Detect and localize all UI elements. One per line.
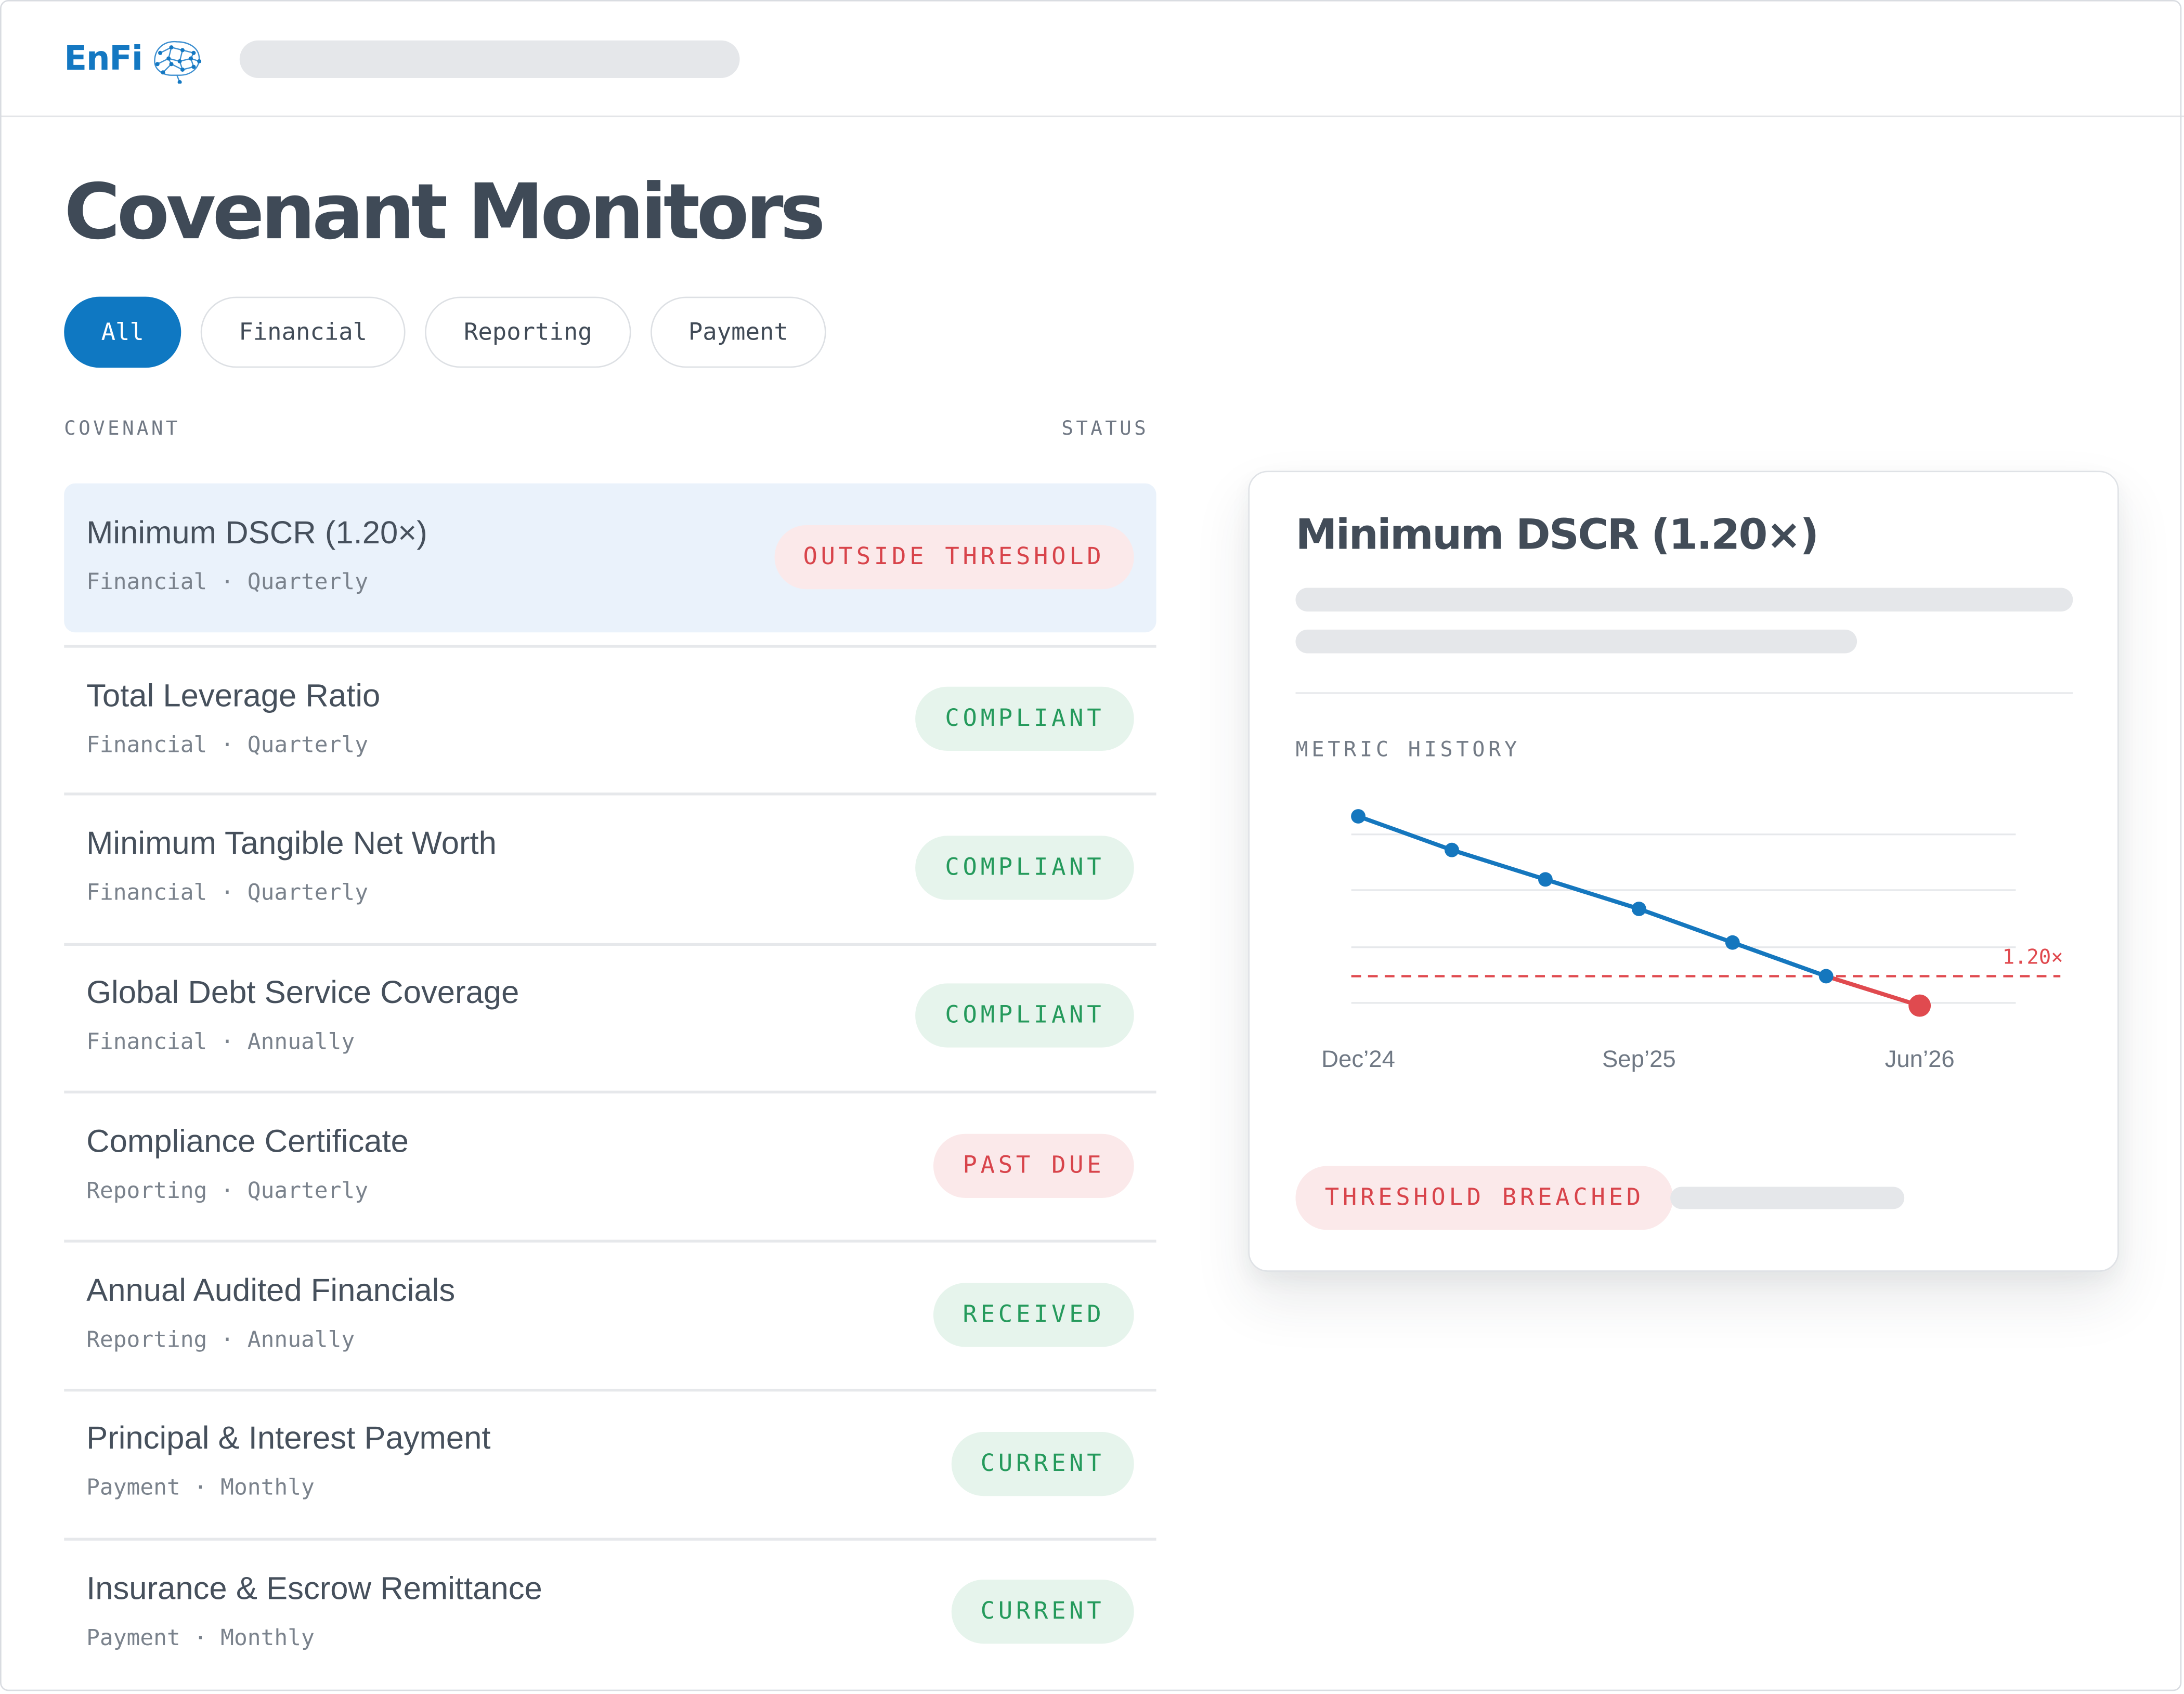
data-point bbox=[1818, 969, 1834, 984]
tab-reporting[interactable]: Reporting bbox=[425, 296, 631, 368]
covenant-title: Total Leverage Ratio bbox=[86, 676, 381, 713]
column-header-status: STATUS bbox=[1061, 418, 1149, 440]
covenant-row-insurance-escrow[interactable]: Insurance & Escrow Remittance Payment · … bbox=[64, 1541, 1156, 1688]
covenant-title: Principal & Interest Payment bbox=[86, 1419, 491, 1456]
tab-financial[interactable]: Financial bbox=[200, 296, 406, 368]
status-badge: COMPLIANT bbox=[916, 983, 1134, 1048]
data-point bbox=[1538, 872, 1553, 887]
x-tick-label: Dec’24 bbox=[1321, 1046, 1395, 1072]
data-point bbox=[1725, 935, 1740, 950]
covenant-title: Minimum DSCR (1.20×) bbox=[86, 514, 427, 551]
covenant-row-global-debt-service[interactable]: Global Debt Service Coverage Financial ·… bbox=[64, 944, 1156, 1092]
covenant-meta: Reporting · Annually bbox=[86, 1326, 355, 1353]
covenant-row-compliance-certificate[interactable]: Compliance Certificate Reporting · Quart… bbox=[64, 1093, 1156, 1241]
badge-placeholder-line bbox=[1670, 1187, 1905, 1209]
data-point bbox=[1908, 994, 1931, 1017]
threshold-breached-badge: THRESHOLD BREACHED bbox=[1295, 1166, 1674, 1230]
covenant-meta: Financial · Annually bbox=[86, 1028, 355, 1055]
covenant-title: Insurance & Escrow Remittance bbox=[86, 1570, 542, 1606]
series-line-segment bbox=[1824, 974, 1922, 1008]
covenant-row-minimum-dscr[interactable]: Minimum DSCR (1.20×) Financial · Quarter… bbox=[64, 483, 1156, 633]
status-badge: COMPLIANT bbox=[916, 836, 1134, 900]
threshold-label: 1.20× bbox=[2003, 945, 2063, 969]
status-badge: PAST DUE bbox=[933, 1133, 1134, 1198]
status-badge: RECEIVED bbox=[933, 1283, 1134, 1347]
logo[interactable]: EnFi bbox=[64, 33, 207, 84]
covenant-row-total-leverage[interactable]: Total Leverage Ratio Financial · Quarter… bbox=[64, 646, 1156, 794]
search-bar[interactable] bbox=[239, 40, 740, 79]
covenant-meta: Financial · Quarterly bbox=[86, 568, 369, 595]
covenant-title: Minimum Tangible Net Worth bbox=[86, 824, 497, 861]
series-line-segment bbox=[1356, 814, 1454, 852]
metric-history-chart: 1.20× Dec’24 Sep’25 Jun’26 bbox=[1321, 809, 2063, 1072]
app-window: EnFi Covenant Monitors All Financial Rep… bbox=[0, 0, 2184, 1694]
covenant-meta: Payment · Monthly bbox=[86, 1474, 315, 1501]
covenant-row-tangible-net-worth[interactable]: Minimum Tangible Net Worth Financial · Q… bbox=[64, 796, 1156, 943]
status-badge: CURRENT bbox=[951, 1579, 1134, 1644]
status-badge: COMPLIANT bbox=[916, 686, 1134, 751]
series-line-segment bbox=[1636, 906, 1735, 945]
column-header-covenant: COVENANT bbox=[64, 418, 180, 440]
covenant-title: Global Debt Service Coverage bbox=[86, 973, 519, 1010]
x-tick-label: Sep’25 bbox=[1602, 1046, 1676, 1072]
covenant-title: Annual Audited Financials bbox=[86, 1271, 456, 1308]
top-bar: EnFi bbox=[0, 0, 2184, 118]
data-point bbox=[1351, 809, 1366, 824]
logo-text: EnFi bbox=[64, 39, 143, 79]
tab-payment[interactable]: Payment bbox=[651, 296, 826, 368]
covenant-title: Compliance Certificate bbox=[86, 1123, 409, 1159]
tab-all[interactable]: All bbox=[64, 296, 181, 368]
covenant-meta: Financial · Quarterly bbox=[86, 731, 369, 758]
status-badge: CURRENT bbox=[951, 1432, 1134, 1496]
series-line-segment bbox=[1543, 877, 1641, 911]
covenant-meta: Payment · Monthly bbox=[86, 1624, 315, 1651]
covenant-detail-card: Minimum DSCR (1.20×) METRIC HISTORY 1.20… bbox=[1248, 471, 2119, 1272]
series-line-segment bbox=[1449, 848, 1548, 882]
page-title: Covenant Monitors bbox=[64, 167, 825, 256]
network-brain-icon bbox=[154, 41, 202, 84]
x-tick-label: Jun’26 bbox=[1885, 1046, 1955, 1072]
covenant-row-principal-interest[interactable]: Principal & Interest Payment Payment · M… bbox=[64, 1390, 1156, 1538]
status-badge: OUTSIDE THRESHOLD bbox=[774, 525, 1134, 590]
data-point bbox=[1445, 842, 1459, 857]
covenant-meta: Financial · Quarterly bbox=[86, 879, 369, 906]
data-point bbox=[1631, 902, 1646, 916]
covenant-meta: Reporting · Quarterly bbox=[86, 1177, 369, 1204]
covenant-row-annual-audited-financials[interactable]: Annual Audited Financials Reporting · An… bbox=[64, 1243, 1156, 1390]
